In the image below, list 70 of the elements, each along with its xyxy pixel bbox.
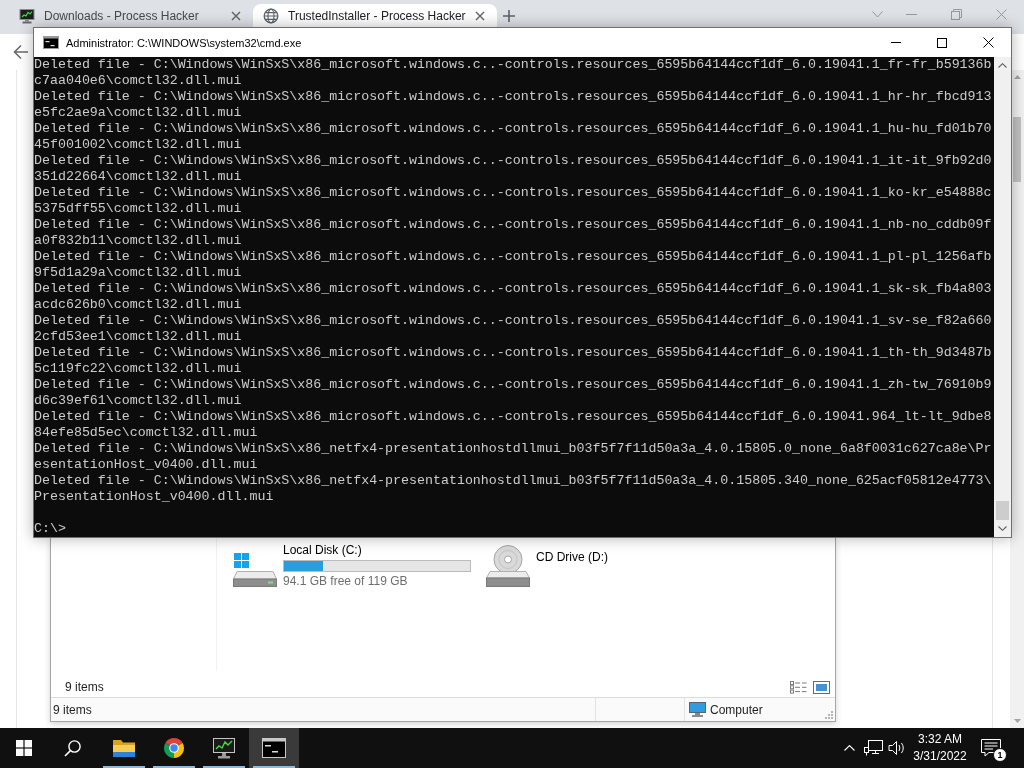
start-icon[interactable] (16, 740, 32, 756)
command-prompt[interactable]: C:\> (34, 521, 994, 537)
item-count: 9 items (65, 680, 104, 694)
console-line: Deleted file - C:\Windows\WinSxS\x86_netfx4-presentationhostdllmui_b03f5f7f11d50a3a_4.0.15805.340_none_625acf05812e4773\ (34, 473, 993, 489)
close-icon[interactable] (982, 37, 994, 48)
console-line: 5375dff55\comctl32.dll.mui (34, 201, 243, 217)
details-view-icon[interactable] (790, 680, 807, 694)
console-line: PresentationHost_v0400.dll.mui (34, 489, 275, 505)
monitor-chart-icon (212, 736, 236, 760)
console-line: Deleted file - C:\Windows\WinSxS\x86_microsoft.windows.c..-controls.resources_6595b64144ccf1df_6.0.19041.1_pl-pl_1256afb (34, 249, 993, 265)
console-line: Deleted file - C:\Windows\WinSxS\x86_microsoft.windows.c..-controls.resources_6595b64144ccf1df_6.0.19041.1_nb-no_cddb09f (34, 217, 993, 233)
console-line: Deleted file - C:\Windows\WinSxS\x86_microsoft.windows.c..-controls.resources_6595b64144ccf1df_6.0.19041.1_sk-sk_fb4a803 (34, 281, 993, 297)
console-line: Deleted file - C:\Windows\WinSxS\x86_microsoft.windows.c..-controls.resources_6595b64144ccf1df_6.0.19041.1_sv-se_f82a660 (34, 313, 993, 329)
console-line: 351d22664\comctl32.dll.mui (34, 169, 243, 185)
folder-icon (112, 738, 136, 758)
back-arrow-icon[interactable] (13, 44, 29, 60)
browser-tab[interactable]: TrustedInstaller - Process Hacker (253, 4, 497, 27)
close-icon[interactable] (475, 10, 485, 21)
zone-name: Computer (710, 702, 763, 717)
console-line: 84efe85d5ec\comctl32.dll.mui (34, 425, 259, 441)
console-line: c7aa040e6\comctl32.dll.mui (34, 73, 243, 89)
circle-logo-icon (162, 736, 186, 760)
terminal-icon (43, 36, 59, 49)
volume-icon[interactable] (888, 740, 906, 756)
computer-icon (689, 702, 706, 717)
taskbar-button[interactable] (249, 728, 299, 768)
console-line: Deleted file - C:\Windows\WinSxS\x86_microsoft.windows.c..-controls.resources_6595b64144ccf1df_6.0.19041.1_hu-hu_fd01b70 (34, 121, 993, 137)
hard-drive-icon[interactable] (233, 553, 277, 587)
search-icon[interactable] (63, 739, 81, 757)
clock-date: 3/31/2022 (913, 748, 967, 765)
console-line: 45f001002\comctl32.dll.mui (34, 137, 243, 153)
console-line: e5fc2ae9a\comctl32.dll.mui (34, 105, 243, 121)
console-line: Deleted file - C:\Windows\WinSxS\x86_microsoft.windows.c..-controls.resources_6595b64144ccf1df_6.0.19041.1_fr-fr_b59136b (34, 57, 993, 73)
console-line: a0f832b11\comctl32.dll.mui (34, 233, 243, 249)
console-line: 2cfd53ee1\comctl32.dll.mui (34, 329, 243, 345)
browser-tab[interactable]: Downloads - Process Hacker (9, 4, 253, 27)
console-line: Deleted file - C:\Windows\WinSxS\x86_microsoft.windows.c..-controls.resources_6595b64144ccf1df_6.0.19041.1_zh-tw_76910b9 (34, 377, 993, 393)
caret-down-icon[interactable] (998, 526, 1007, 531)
network-icon[interactable] (863, 740, 883, 756)
terminal-icon (262, 738, 286, 758)
console-line: Deleted file - C:\Windows\WinSxS\x86_netfx4-presentationhostdllmui_b03f5f7f11d50a3a_4.0.15805.0_none_6a8f0031c627ca8e\Pr (34, 441, 993, 457)
cd-drive-icon[interactable] (486, 545, 530, 587)
free-space-text: 94.1 GB free of 119 GB (283, 574, 409, 588)
console-line: esentationHost_v0400.dll.mui (34, 457, 259, 473)
globe-icon (263, 7, 279, 24)
console-line: acdc626b0\comctl32.dll.mui (34, 297, 243, 313)
plus-icon[interactable] (503, 10, 515, 22)
console-line: d6c39ef61\comctl32.dll.mui (34, 393, 243, 409)
notification-count: 1 (993, 748, 1007, 762)
maximize-icon[interactable] (937, 37, 947, 48)
page-scrollbar[interactable] (1010, 70, 1024, 728)
drive-name[interactable]: CD Drive (D:) (536, 550, 608, 564)
console-line: 9f5d1a29a\comctl32.dll.mui (34, 265, 243, 281)
scrollbar-thumb[interactable] (996, 501, 1009, 520)
console-line: Deleted file - C:\Windows\WinSxS\x86_microsoft.windows.c..-controls.resources_6595b64144ccf1df_6.0.19041.1_ko-kr_e54888c (34, 185, 993, 201)
large-icons-view-icon[interactable] (813, 680, 830, 694)
scrollbar-thumb[interactable] (1013, 117, 1021, 182)
monitor-chart-icon (19, 7, 35, 24)
resize-grip-icon[interactable] (825, 711, 833, 719)
console-scrollbar[interactable] (994, 57, 1011, 537)
console-line: Deleted file - C:\Windows\WinSxS\x86_microsoft.windows.c..-controls.resources_6595b64144ccf1df_6.0.19041.1_hr-hr_fbcd913 (34, 89, 993, 105)
console-line: Deleted file - C:\Windows\WinSxS\x86_microsoft.windows.c..-controls.resources_6595b64144ccf1df_6.0.19041.1_th-th_9d3487b (34, 345, 993, 361)
console-line: Deleted file - C:\Windows\WinSxS\x86_microsoft.windows.c..-controls.resources_6595b64144ccf1df_6.0.19041.964_lt-lt_9dbe8 (34, 409, 993, 425)
message-icon[interactable] (981, 739, 1001, 757)
console-line: Deleted file - C:\Windows\WinSxS\x86_microsoft.windows.c..-controls.resources_6595b64144ccf1df_6.0.19041.1_it-it_9fb92d0 (34, 153, 993, 169)
console-line: 5c119fc22\comctl32.dll.mui (34, 361, 243, 377)
status-item-count: 9 items (52, 701, 93, 719)
clock-time: 3:32 AM (918, 731, 962, 748)
window-title: Administrator: C:\WINDOWS\system32\cmd.exe (66, 36, 302, 49)
drive-name[interactable]: Local Disk (C:) (283, 543, 471, 557)
